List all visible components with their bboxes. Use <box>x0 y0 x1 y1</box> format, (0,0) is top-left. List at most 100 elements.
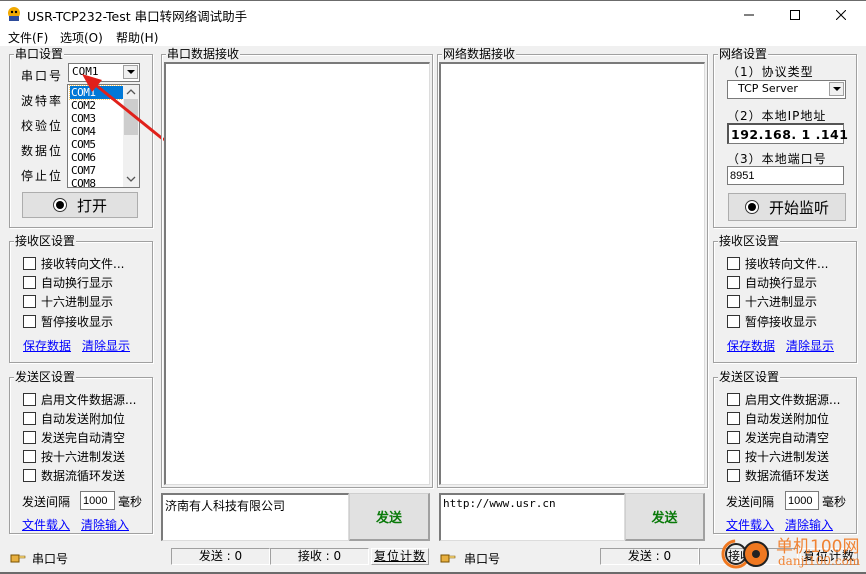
net-send-input[interactable]: http://www.usr.cn <box>439 493 625 541</box>
checkbox-label: 接收转向文件... <box>745 257 829 271</box>
protocol-dropdown-button[interactable] <box>829 82 844 96</box>
close-button[interactable] <box>818 1 864 29</box>
port-option[interactable]: COM7 <box>70 164 123 177</box>
checkbox-box[interactable] <box>727 276 740 289</box>
serial-recv-to-file-checkbox[interactable]: 接收转向文件... <box>23 255 124 272</box>
chevron-down-icon <box>832 87 841 91</box>
net-interval-input[interactable] <box>785 491 819 510</box>
watermark-subtext: danji100.com <box>778 554 861 568</box>
checkbox-box[interactable] <box>23 295 36 308</box>
net-auto-wrap-checkbox[interactable]: 自动换行显示 <box>727 274 817 291</box>
serial-hex-display-checkbox[interactable]: 十六进制显示 <box>23 293 113 310</box>
checkbox-label: 按十六进制发送 <box>745 450 830 464</box>
serial-append-bits-checkbox[interactable]: 自动发送附加位 <box>23 410 125 427</box>
protocol-select[interactable]: TCP Server <box>727 80 846 99</box>
checkbox-label: 发送完自动清空 <box>745 431 830 445</box>
serial-send-settings-title: 发送区设置 <box>14 370 77 384</box>
serial-clear-input-link[interactable]: 清除输入 <box>81 516 129 533</box>
net-append-bits-checkbox[interactable]: 自动发送附加位 <box>727 410 829 427</box>
serial-clear-display-link[interactable]: 清除显示 <box>82 337 130 354</box>
serial-load-file-link[interactable]: 文件载入 <box>22 516 70 533</box>
port-option[interactable]: COM8 <box>70 177 123 187</box>
net-receive-area[interactable] <box>439 62 705 485</box>
serial-auto-wrap-checkbox[interactable]: 自动换行显示 <box>23 274 113 291</box>
start-listen-label: 开始监听 <box>768 198 829 217</box>
serial-send-input[interactable]: 济南有人科技有限公司 <box>161 493 349 541</box>
checkbox-box[interactable] <box>23 431 36 444</box>
reset-count-button[interactable]: 复位计数 <box>371 548 429 565</box>
net-receive-title: 网络数据接收 <box>442 47 517 61</box>
checkbox-box[interactable] <box>727 469 740 482</box>
status-sent-count-net: 发送 : 0 <box>600 548 699 565</box>
net-send-button[interactable]: 发送 <box>625 493 705 541</box>
start-listen-button[interactable]: 开始监听 <box>728 193 846 221</box>
net-file-source-checkbox[interactable]: 启用文件数据源... <box>727 391 840 408</box>
hand-pointer-icon <box>10 554 26 563</box>
net-save-data-link[interactable]: 保存数据 <box>727 337 775 354</box>
checkbox-box[interactable] <box>727 315 740 328</box>
checkbox-box[interactable] <box>23 393 36 406</box>
serial-loop-send-checkbox[interactable]: 数据流循环发送 <box>23 467 125 484</box>
checkbox-box[interactable] <box>23 257 36 270</box>
checkbox-box[interactable] <box>23 450 36 463</box>
serial-auto-clear-checkbox[interactable]: 发送完自动清空 <box>23 429 125 446</box>
menu-bar: 文件(F) 选项(O) 帮助(H) <box>0 28 866 46</box>
stopbits-label: 停止位 <box>21 169 64 183</box>
checkbox-box[interactable] <box>727 450 740 463</box>
checkbox-box[interactable] <box>727 257 740 270</box>
checkbox-box[interactable] <box>23 412 36 425</box>
port-option[interactable]: COM6 <box>70 151 123 164</box>
parity-label: 校验位 <box>21 119 64 133</box>
net-pause-display-checkbox[interactable]: 暂停接收显示 <box>727 313 817 330</box>
annotation-arrow-icon <box>82 74 165 142</box>
checkbox-box[interactable] <box>23 276 36 289</box>
net-hex-display-checkbox[interactable]: 十六进制显示 <box>727 293 817 310</box>
checkbox-label: 启用文件数据源... <box>41 393 137 407</box>
serial-interval-label: 发送间隔 <box>22 495 71 509</box>
maximize-button[interactable] <box>772 1 818 29</box>
checkbox-box[interactable] <box>727 295 740 308</box>
checkbox-box[interactable] <box>23 469 36 482</box>
checkbox-label: 暂停接收显示 <box>745 315 818 329</box>
menu-file[interactable]: 文件(F) <box>8 29 48 46</box>
net-hex-send-checkbox[interactable]: 按十六进制发送 <box>727 448 829 465</box>
net-recv-to-file-checkbox[interactable]: 接收转向文件... <box>727 255 828 272</box>
local-port-input[interactable] <box>727 166 844 185</box>
net-loop-send-checkbox[interactable]: 数据流循环发送 <box>727 467 829 484</box>
maximize-icon <box>790 10 800 20</box>
window-title: USR-TCP232-Test 串口转网络调试助手 <box>27 9 248 24</box>
net-send-settings-title: 发送区设置 <box>718 370 781 384</box>
scroll-down-icon[interactable] <box>126 175 136 183</box>
serial-hex-send-checkbox[interactable]: 按十六进制发送 <box>23 448 125 465</box>
minimize-button[interactable] <box>726 1 772 29</box>
app-icon <box>8 7 20 21</box>
status-sent-count: 发送 : 0 <box>171 548 270 565</box>
serial-pause-display-checkbox[interactable]: 暂停接收显示 <box>23 313 113 330</box>
open-port-button[interactable]: 打开 <box>22 192 138 218</box>
menu-help[interactable]: 帮助(H) <box>116 29 158 46</box>
checkbox-label: 十六进制显示 <box>745 295 818 309</box>
close-icon <box>836 10 846 20</box>
serial-send-button[interactable]: 发送 <box>349 493 430 541</box>
serial-interval-unit: 毫秒 <box>118 495 143 509</box>
net-auto-clear-checkbox[interactable]: 发送完自动清空 <box>727 429 829 446</box>
ip-input[interactable]: 192.168. 1 .141 <box>727 123 848 144</box>
checkbox-box[interactable] <box>727 412 740 425</box>
checkbox-box[interactable] <box>23 315 36 328</box>
baud-label: 波特率 <box>21 94 64 108</box>
net-interval-label: 发送间隔 <box>726 495 775 509</box>
serial-interval-input[interactable] <box>80 491 115 510</box>
status-port-label: 串口号 <box>32 552 69 566</box>
net-receive-settings-title: 接收区设置 <box>718 234 781 248</box>
serial-file-source-checkbox[interactable]: 启用文件数据源... <box>23 391 136 408</box>
checkbox-box[interactable] <box>727 393 740 406</box>
checkbox-box[interactable] <box>727 431 740 444</box>
minimize-icon <box>744 14 754 16</box>
menu-options[interactable]: 选项(O) <box>60 29 103 46</box>
title-bar: USR-TCP232-Test 串口转网络调试助手 <box>0 0 866 28</box>
serial-receive-area[interactable] <box>164 62 430 485</box>
checkbox-label: 数据流循环发送 <box>41 469 126 483</box>
serial-save-data-link[interactable]: 保存数据 <box>23 337 71 354</box>
hand-pointer-icon <box>440 554 456 563</box>
net-clear-display-link[interactable]: 清除显示 <box>786 337 834 354</box>
